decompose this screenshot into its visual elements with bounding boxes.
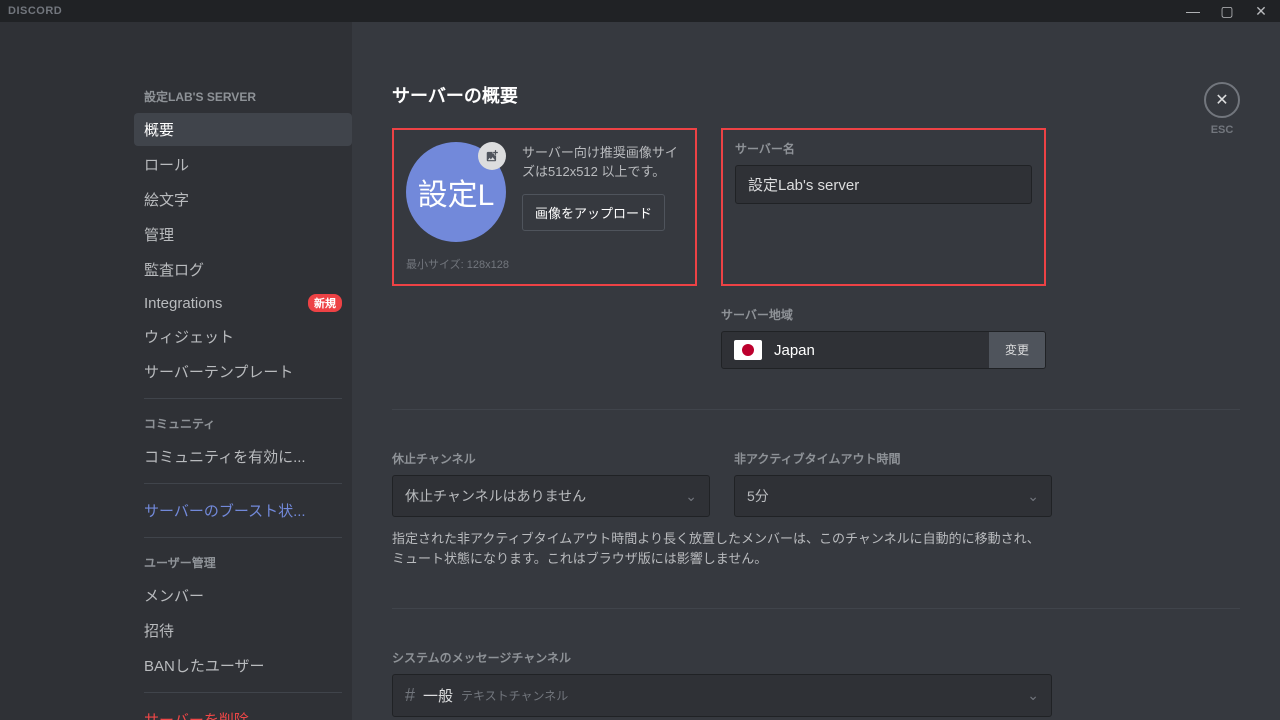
close-icon: ✕ bbox=[1215, 90, 1228, 110]
upload-image-icon bbox=[478, 142, 506, 170]
window-controls: — ▢ ✕ bbox=[1182, 3, 1272, 20]
sidebar-item-bans[interactable]: BANしたユーザー bbox=[134, 649, 352, 682]
brand-logo: DISCORD bbox=[8, 5, 62, 17]
sidebar-item-emoji[interactable]: 絵文字 bbox=[134, 183, 352, 216]
sidebar-item-integrations[interactable]: Integrations 新規 bbox=[134, 288, 352, 318]
sidebar-item-server-boost[interactable]: サーバーのブースト状... bbox=[134, 494, 352, 527]
chevron-down-icon: ⌄ bbox=[1027, 488, 1039, 505]
esc-label: ESC bbox=[1204, 124, 1240, 136]
content-area: ✕ ESC サーバーの概要 設定L サーバー向け推奨画像サイズは512x512 … bbox=[352, 22, 1280, 720]
sidebar-item-overview[interactable]: 概要 bbox=[134, 113, 352, 146]
sidebar-item-roles[interactable]: ロール bbox=[134, 148, 352, 181]
sidebar-item-members[interactable]: メンバー bbox=[134, 579, 352, 612]
left-gutter bbox=[0, 22, 134, 720]
sidebar-separator bbox=[144, 483, 342, 484]
sidebar-separator bbox=[144, 398, 342, 399]
server-avatar-wrap[interactable]: 設定L bbox=[406, 142, 506, 242]
afk-timeout-label: 非アクティブタイムアウト時間 bbox=[734, 450, 1052, 467]
close-settings-button[interactable]: ✕ bbox=[1204, 82, 1240, 118]
close-settings: ✕ ESC bbox=[1204, 82, 1240, 136]
sidebar-separator bbox=[144, 692, 342, 693]
sidebar-header-server: 設定LAB'S SERVER bbox=[134, 82, 352, 111]
titlebar: DISCORD — ▢ ✕ bbox=[0, 0, 1280, 22]
sidebar-separator bbox=[144, 537, 342, 538]
server-region-value: Japan bbox=[722, 332, 989, 368]
sidebar-header-community: コミュニティ bbox=[134, 409, 352, 438]
sidebar-item-moderation[interactable]: 管理 bbox=[134, 218, 352, 251]
new-badge: 新規 bbox=[308, 294, 342, 312]
system-channel-select[interactable]: # 一般 テキストチャンネル ⌄ bbox=[392, 674, 1052, 717]
server-icon-upload-box: 設定L サーバー向け推奨画像サイズは512x512 以上です。 画像をアップロー… bbox=[392, 128, 697, 286]
afk-channel-label: 休止チャンネル bbox=[392, 450, 710, 467]
min-size-text: 最小サイズ: 128x128 bbox=[406, 256, 683, 272]
server-region-label: サーバー地域 bbox=[721, 306, 1046, 323]
afk-channel-select[interactable]: 休止チャンネルはありません ⌄ bbox=[392, 475, 710, 517]
page-title: サーバーの概要 bbox=[392, 82, 1240, 108]
maximize-button[interactable]: ▢ bbox=[1216, 3, 1238, 20]
system-channel-label: システムのメッセージチャンネル bbox=[392, 649, 1052, 666]
hash-icon: # bbox=[405, 685, 415, 706]
close-window-button[interactable]: ✕ bbox=[1250, 3, 1272, 20]
sidebar-item-invites[interactable]: 招待 bbox=[134, 614, 352, 647]
sidebar-item-enable-community[interactable]: コミュニティを有効に... bbox=[134, 440, 352, 473]
chevron-down-icon: ⌄ bbox=[685, 488, 697, 505]
recommend-size-text: サーバー向け推奨画像サイズは512x512 以上です。 bbox=[522, 142, 683, 180]
sidebar-item-widget[interactable]: ウィジェット bbox=[134, 320, 352, 353]
sidebar-item-audit-log[interactable]: 監査ログ bbox=[134, 253, 352, 286]
sidebar-item-template[interactable]: サーバーテンプレート bbox=[134, 355, 352, 388]
japan-flag-icon bbox=[734, 340, 762, 360]
minimize-button[interactable]: — bbox=[1182, 3, 1204, 20]
chevron-down-icon: ⌄ bbox=[1027, 687, 1039, 704]
server-name-input[interactable] bbox=[735, 165, 1032, 204]
system-channel-category: テキストチャンネル bbox=[461, 687, 568, 704]
settings-sidebar: 設定LAB'S SERVER 概要 ロール 絵文字 管理 監査ログ Integr… bbox=[134, 22, 352, 720]
sidebar-header-user-mgmt: ユーザー管理 bbox=[134, 548, 352, 577]
sidebar-item-delete-server[interactable]: サーバーを削除 bbox=[134, 703, 352, 720]
system-channel-name: 一般 bbox=[423, 685, 453, 706]
server-name-label: サーバー名 bbox=[735, 140, 1032, 157]
server-name-box: サーバー名 bbox=[721, 128, 1046, 286]
upload-image-button[interactable]: 画像をアップロード bbox=[522, 194, 665, 231]
afk-timeout-select[interactable]: 5分 ⌄ bbox=[734, 475, 1052, 517]
divider bbox=[392, 608, 1240, 609]
afk-help-text: 指定された非アクティブタイムアウト時間より長く放置したメンバーは、このチャンネル… bbox=[392, 529, 1052, 568]
server-region-section: サーバー地域 Japan 変更 bbox=[721, 306, 1046, 369]
change-region-button[interactable]: 変更 bbox=[989, 332, 1045, 368]
divider bbox=[392, 409, 1240, 410]
